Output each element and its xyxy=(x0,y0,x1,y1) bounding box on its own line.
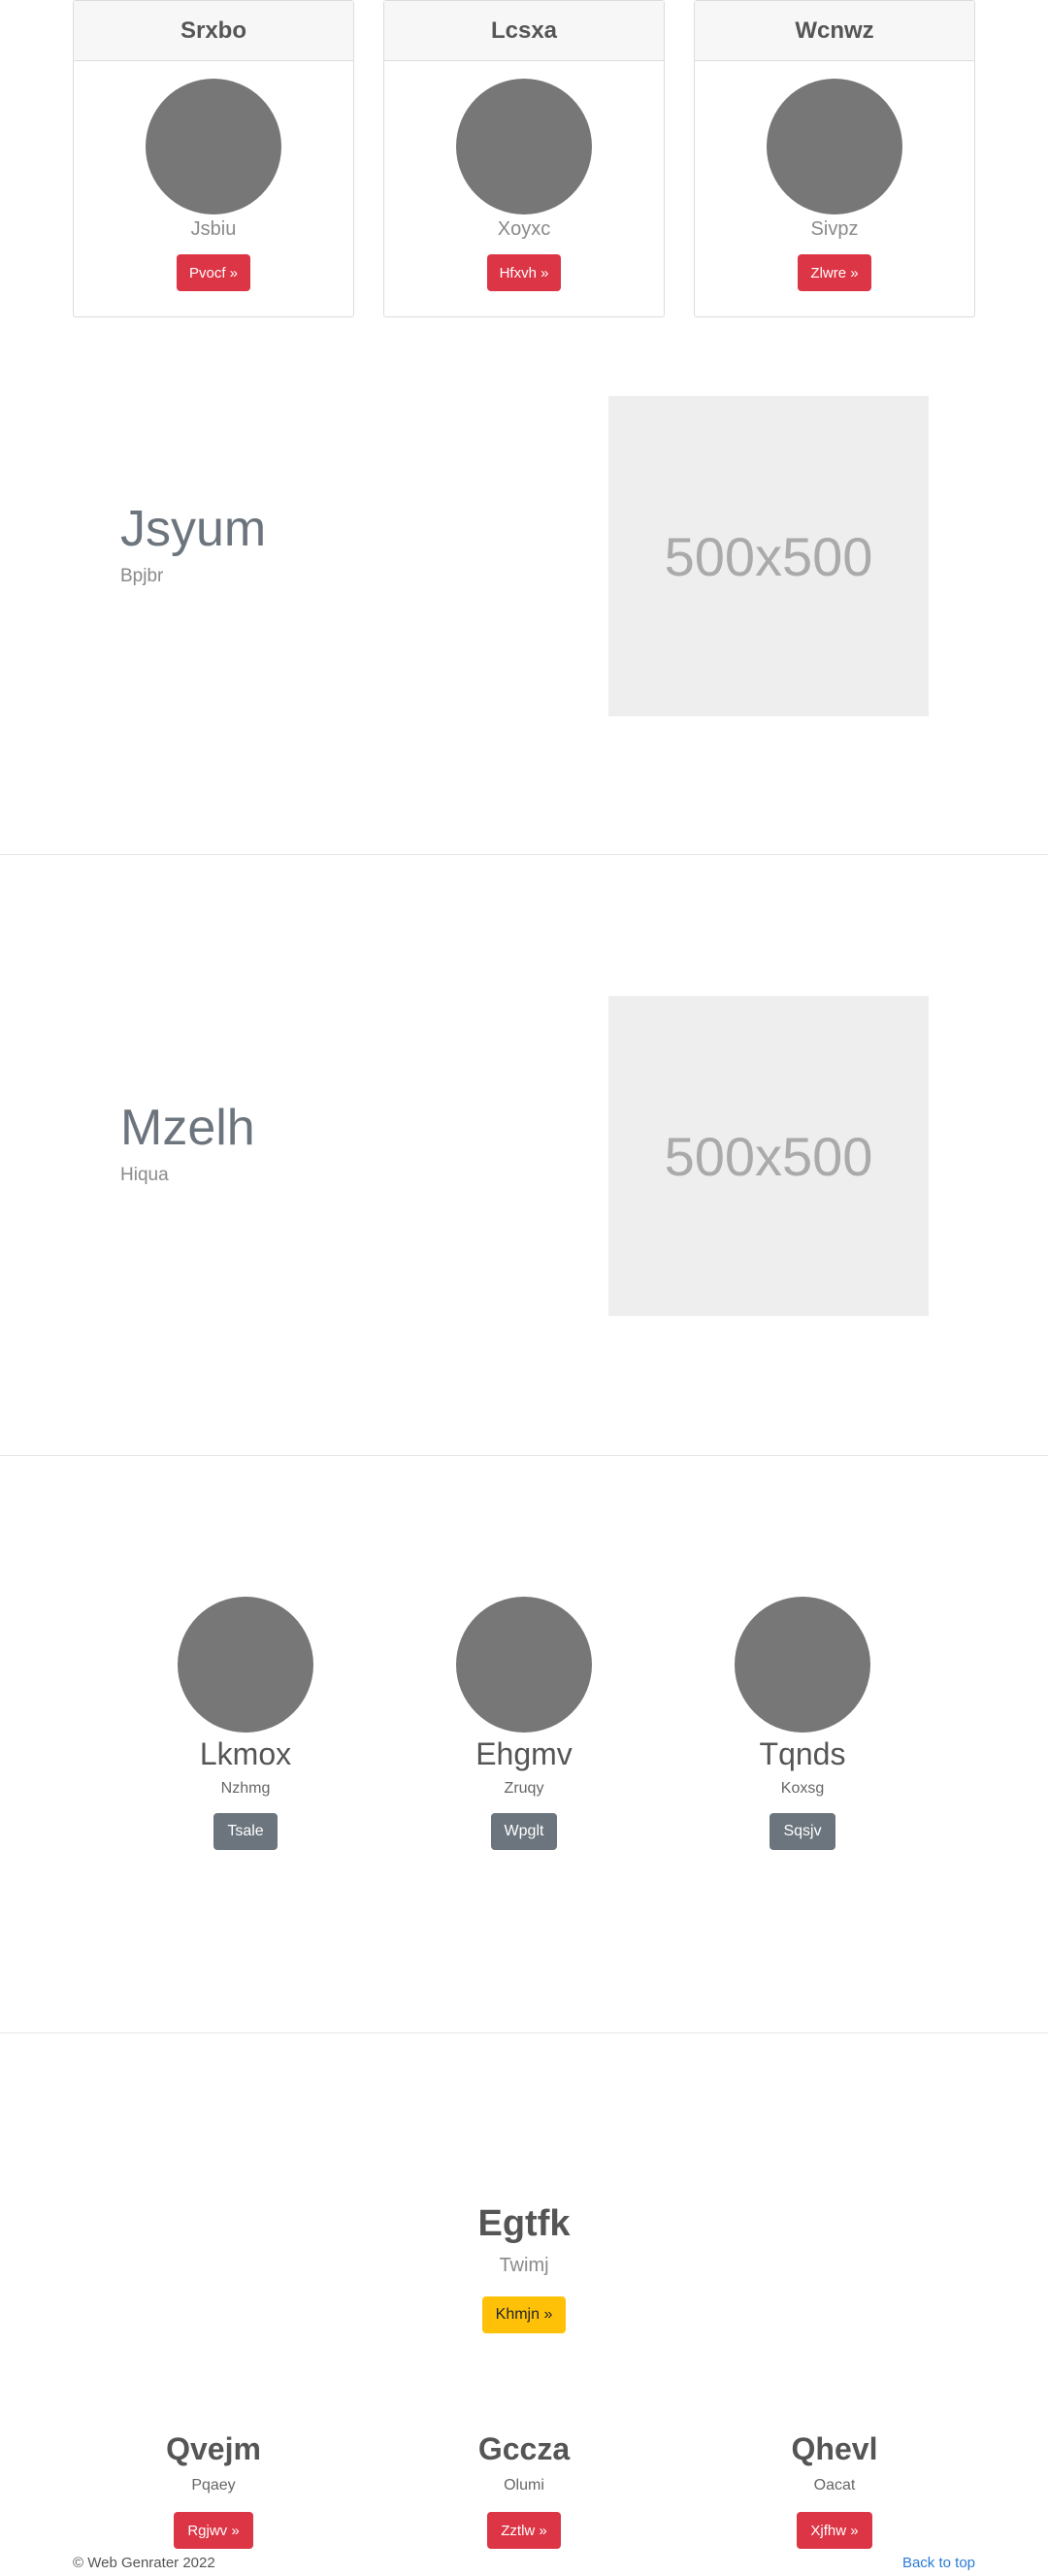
column-title: Gccza xyxy=(477,2431,571,2466)
back-to-top-link[interactable]: Back to top xyxy=(902,2555,975,2571)
avatar xyxy=(767,79,902,215)
card: Srxbo Jsbiu Pvocf » xyxy=(73,0,354,317)
card-subtitle: Sivpz xyxy=(810,218,859,240)
member-role: Zruqy xyxy=(504,1780,544,1797)
member-role: Nzhmg xyxy=(220,1780,271,1797)
placeholder-label: 500x500 xyxy=(664,1125,873,1187)
column: Qvejm Pqaey Rgjwv » xyxy=(87,2431,340,2549)
footer: © Web Genrater 2022 Back to top xyxy=(73,2555,975,2574)
member-button[interactable]: Tsale xyxy=(213,1813,278,1850)
avatar xyxy=(146,79,281,215)
column: Gccza Olumi Zztlw » xyxy=(398,2431,650,2549)
feature-subtitle: Bpjbr xyxy=(120,566,164,586)
feature-section: Mzelh Hiqua 500x500 xyxy=(0,855,1048,1456)
card: Lcsxa Xoyxc Hfxvh » xyxy=(383,0,665,317)
avatar xyxy=(456,79,592,215)
team-member: Ehgmv Zruqy Wpglt xyxy=(417,1597,631,1850)
card-title: Srxbo xyxy=(74,1,353,61)
hero-button[interactable]: Khmjn » xyxy=(481,2296,567,2333)
column-button[interactable]: Zztlw » xyxy=(487,2512,561,2549)
feature-title: Mzelh xyxy=(120,1100,255,1156)
feature-section: Jsyum Bpjbr 500x500 xyxy=(0,317,1048,855)
card-row: Srxbo Jsbiu Pvocf » Lcsxa Xoyxc Hfxvh » … xyxy=(73,0,975,317)
placeholder-label: 500x500 xyxy=(664,525,873,587)
avatar xyxy=(735,1597,870,1733)
card: Wcnwz Sivpz Zlwre » xyxy=(694,0,975,317)
member-role: Koxsg xyxy=(780,1780,825,1797)
avatar xyxy=(178,1597,313,1733)
column-button[interactable]: Rgjwv » xyxy=(174,2512,253,2549)
feature-subtitle: Hiqua xyxy=(120,1165,169,1185)
column-subtitle: Pqaey xyxy=(191,2477,236,2493)
column-title: Qvejm xyxy=(166,2431,261,2466)
member-name: Lkmox xyxy=(199,1736,292,1771)
team-member: Lkmox Nzhmg Tsale xyxy=(139,1597,352,1850)
copyright-text: © Web Genrater 2022 xyxy=(73,2555,215,2571)
column-title: Qhevl xyxy=(791,2431,878,2466)
card-button[interactable]: Zlwre » xyxy=(798,254,871,291)
hero-subtitle: Twimj xyxy=(499,2255,549,2276)
team-section: Lkmox Nzhmg Tsale Ehgmv Zruqy Wpglt Tqnd… xyxy=(0,1456,1048,2033)
member-button[interactable]: Wpglt xyxy=(490,1813,558,1850)
column-subtitle: Olumi xyxy=(504,2477,544,2493)
card-subtitle: Xoyxc xyxy=(497,218,551,240)
placeholder-image: 500x500 xyxy=(608,396,929,716)
member-name: Tqnds xyxy=(759,1736,846,1771)
card-button[interactable]: Hfxvh » xyxy=(487,254,561,291)
card-title: Lcsxa xyxy=(384,1,664,61)
feature-title: Jsyum xyxy=(120,501,267,557)
avatar xyxy=(456,1597,592,1733)
team-member: Tqnds Koxsg Sqsjv xyxy=(696,1597,909,1850)
column: Qhevl Oacat Xjfhw » xyxy=(708,2431,961,2549)
hero-section: Egtfk Twimj Khmjn » xyxy=(0,2203,1048,2333)
member-name: Ehgmv xyxy=(475,1736,573,1771)
columns-section: Qvejm Pqaey Rgjwv » Gccza Olumi Zztlw » … xyxy=(0,2431,1048,2558)
card-subtitle: Jsbiu xyxy=(190,218,237,240)
placeholder-image: 500x500 xyxy=(608,996,929,1316)
member-button[interactable]: Sqsjv xyxy=(770,1813,835,1850)
card-button[interactable]: Pvocf » xyxy=(177,254,250,291)
column-subtitle: Oacat xyxy=(813,2477,856,2493)
column-button[interactable]: Xjfhw » xyxy=(797,2512,872,2549)
card-title: Wcnwz xyxy=(695,1,974,61)
hero-title: Egtfk xyxy=(477,2203,571,2244)
